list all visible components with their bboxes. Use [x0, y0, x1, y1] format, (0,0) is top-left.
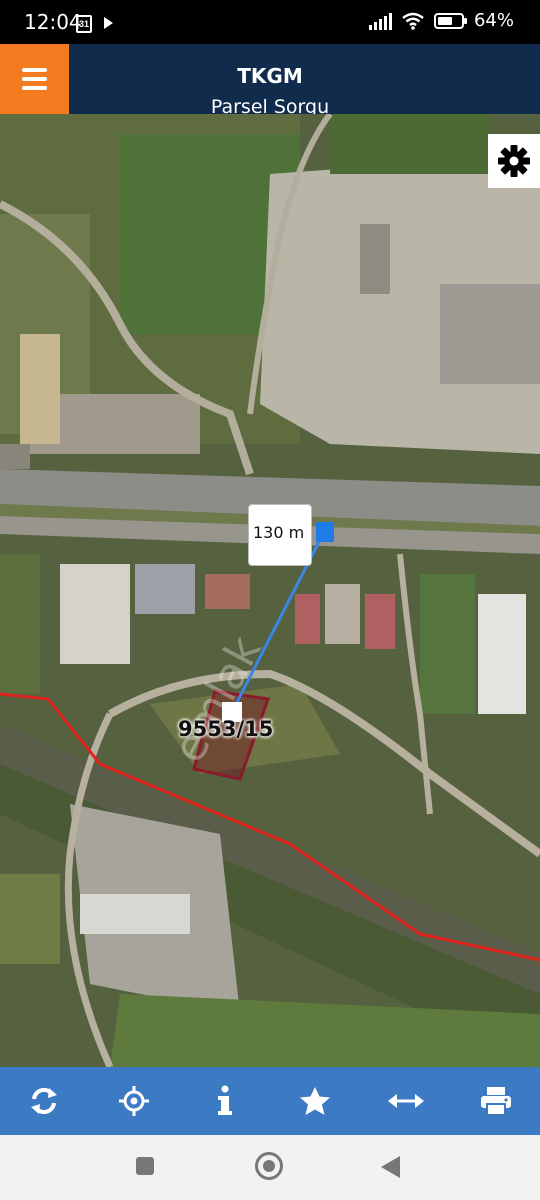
- refresh-button[interactable]: [26, 1083, 62, 1119]
- signal-icon: [368, 12, 392, 30]
- app-title: TKGM: [237, 64, 303, 88]
- favorite-button[interactable]: [297, 1083, 333, 1119]
- battery-icon: [433, 12, 467, 29]
- home-button[interactable]: [255, 1152, 283, 1180]
- wifi-icon: [402, 12, 424, 30]
- star-icon: [300, 1087, 331, 1115]
- system-nav-bar: [0, 1135, 540, 1200]
- status-right: 64%: [368, 10, 514, 31]
- parcel-number-label: 9553/15: [178, 717, 274, 741]
- satellite-map: [0, 114, 540, 1067]
- measure-end-marker: [316, 522, 334, 542]
- battery-percent: 64%: [473, 10, 514, 31]
- map-view[interactable]: emlak 130 m 9553/15: [0, 114, 540, 1067]
- distance-label: 130 m: [248, 504, 312, 566]
- info-icon: [217, 1085, 232, 1115]
- recents-button[interactable]: [136, 1157, 154, 1175]
- info-button[interactable]: [207, 1083, 243, 1119]
- crosshair-icon: [119, 1086, 150, 1116]
- settings-button[interactable]: [488, 134, 540, 188]
- measure-icon: [387, 1094, 424, 1108]
- distance-value: 130 m: [253, 523, 305, 542]
- refresh-icon: [31, 1087, 57, 1115]
- calendar-day: 31: [78, 19, 89, 29]
- play-store-icon: [104, 17, 113, 29]
- calendar-icon: 31: [76, 15, 92, 33]
- measure-button[interactable]: [387, 1083, 424, 1119]
- back-button[interactable]: [381, 1156, 400, 1178]
- status-time: 12:04: [24, 10, 82, 34]
- status-bar: 12:04 31 64%: [0, 0, 540, 44]
- print-icon: [480, 1087, 511, 1116]
- print-button[interactable]: [478, 1083, 514, 1119]
- bottom-toolbar: [0, 1067, 540, 1135]
- app-header: TKGM Parsel Sorgu: [0, 44, 540, 118]
- gear-icon: [498, 145, 530, 177]
- locate-button[interactable]: [116, 1083, 152, 1119]
- battery-fill: [437, 16, 453, 25]
